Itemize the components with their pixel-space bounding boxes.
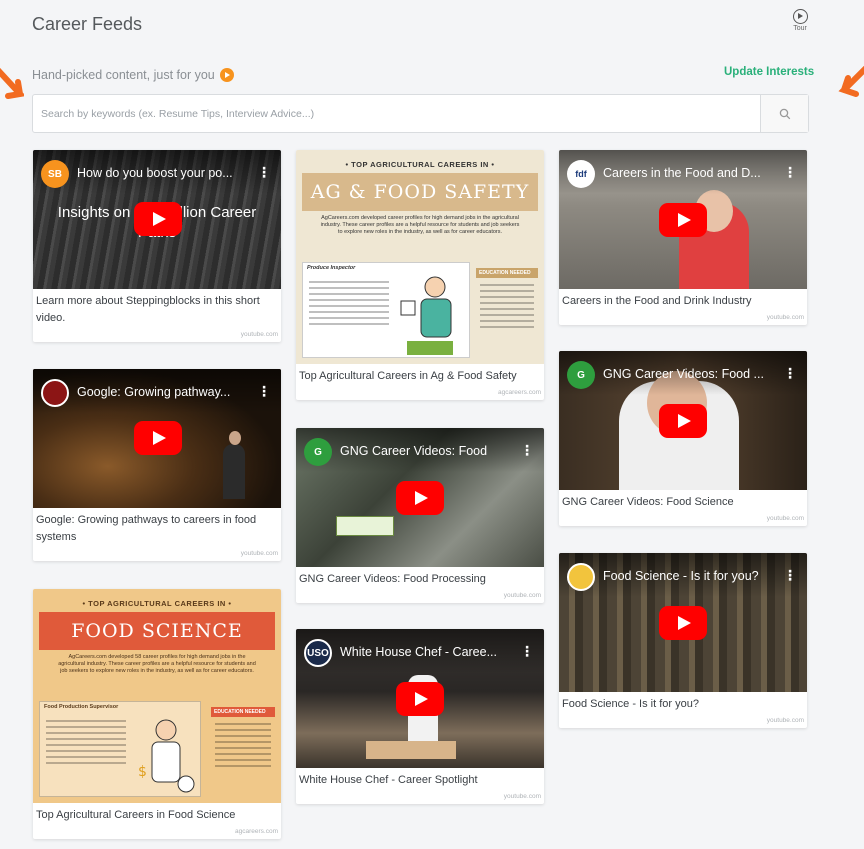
infographic-side-heading: EDUCATION NEEDED: [211, 707, 275, 717]
card-title[interactable]: Food Science - Is it for you?: [559, 692, 807, 713]
play-icon[interactable]: [659, 203, 707, 237]
card-source: youtube.com: [766, 515, 804, 522]
channel-logo: SB: [41, 160, 69, 188]
video-title: GNG Career Videos: Food ...: [603, 367, 764, 381]
card-title[interactable]: GNG Career Videos: Food Science: [559, 490, 807, 511]
card-title[interactable]: Top Agricultural Careers in Ag & Food Sa…: [296, 364, 544, 385]
tour-button[interactable]: Tour: [788, 9, 812, 32]
play-icon[interactable]: [659, 606, 707, 640]
channel-logo: G: [304, 438, 332, 466]
channel-logo: [567, 563, 595, 591]
tour-label: Tour: [793, 25, 807, 32]
feed-card[interactable]: fdf Careers in the Food and D... ⋮ Caree…: [559, 150, 807, 325]
feed-card[interactable]: USO White House Chef - Caree... ⋮ White …: [296, 629, 544, 804]
play-circle-icon: [792, 9, 808, 24]
feed-card[interactable]: • TOP AGRICULTURAL CAREERS IN • AG & FOO…: [296, 150, 544, 400]
search-button[interactable]: [760, 95, 808, 132]
video-thumbnail[interactable]: fdf Careers in the Food and D... ⋮: [559, 150, 807, 289]
infographic-panel: Produce Inspector: [302, 262, 470, 358]
channel-logo: [41, 379, 69, 407]
video-title: Food Science - Is it for you?: [603, 569, 759, 583]
arrow-pointer-icon: [838, 66, 864, 97]
infographic-side-heading: EDUCATION NEEDED: [476, 268, 538, 278]
card-title[interactable]: Top Agricultural Careers in Food Science: [33, 803, 281, 824]
feed-card[interactable]: G GNG Career Videos: Food ... ⋮ GNG Care…: [559, 351, 807, 526]
scientist-illustration: $: [138, 719, 195, 793]
card-title[interactable]: Google: Growing pathways to careers in f…: [33, 508, 281, 546]
update-interests-link[interactable]: Update Interests: [724, 66, 814, 78]
search-input[interactable]: [33, 95, 760, 132]
card-source: youtube.com: [240, 331, 278, 338]
more-vert-icon[interactable]: ⋮: [783, 567, 797, 584]
feed-card[interactable]: Google: Growing pathway... ⋮ Google: Gro…: [33, 369, 281, 561]
play-icon[interactable]: [396, 481, 444, 515]
more-vert-icon[interactable]: ⋮: [783, 365, 797, 382]
card-title[interactable]: White House Chef - Career Spotlight: [296, 768, 544, 789]
card-source: youtube.com: [766, 717, 804, 724]
card-source: youtube.com: [240, 550, 278, 557]
video-thumbnail[interactable]: G GNG Career Videos: Food ⋮: [296, 428, 544, 567]
infographic-label: • TOP AGRICULTURAL CAREERS IN •: [345, 160, 495, 169]
search-bar: [32, 94, 809, 133]
more-vert-icon[interactable]: ⋮: [257, 383, 271, 400]
arrow-pointer-icon: [0, 67, 24, 99]
subtitle: Hand-picked content, just for you: [32, 68, 234, 82]
video-thumbnail[interactable]: USO White House Chef - Caree... ⋮: [296, 629, 544, 768]
feed-card[interactable]: Food Science - Is it for you? ⋮ Food Sci…: [559, 553, 807, 728]
video-title: How do you boost your po...: [77, 166, 233, 180]
infographic-label: • TOP AGRICULTURAL CAREERS IN •: [82, 599, 232, 608]
more-vert-icon[interactable]: ⋮: [783, 164, 797, 181]
infographic-banner: FOOD SCIENCE: [39, 612, 275, 650]
infographic-thumbnail[interactable]: • TOP AGRICULTURAL CAREERS IN • FOOD SCI…: [33, 589, 281, 803]
infographic-description: AgCareers.com developed career profiles …: [320, 215, 520, 235]
play-icon[interactable]: [134, 202, 182, 236]
card-title[interactable]: Careers in the Food and Drink Industry: [559, 289, 807, 310]
video-title: White House Chef - Caree...: [340, 645, 498, 659]
infographic-thumbnail[interactable]: • TOP AGRICULTURAL CAREERS IN • AG & FOO…: [296, 150, 544, 364]
channel-logo: USO: [304, 639, 332, 667]
card-source: agcareers.com: [498, 389, 541, 396]
feed-card[interactable]: SB How do you boost your po... ⋮ Insight…: [33, 150, 281, 342]
video-thumbnail[interactable]: Food Science - Is it for you? ⋮: [559, 553, 807, 692]
card-source: youtube.com: [503, 592, 541, 599]
play-icon[interactable]: [396, 682, 444, 716]
card-source: youtube.com: [503, 793, 541, 800]
video-thumbnail[interactable]: SB How do you boost your po... ⋮ Insight…: [33, 150, 281, 289]
more-vert-icon[interactable]: ⋮: [520, 643, 534, 660]
card-source: youtube.com: [766, 314, 804, 321]
search-icon: [779, 108, 790, 119]
more-vert-icon[interactable]: ⋮: [520, 442, 534, 459]
infographic-heading: Food Production Supervisor: [44, 704, 119, 710]
video-title: Careers in the Food and D...: [603, 166, 761, 180]
page-title: Career Feeds: [32, 14, 143, 34]
infographic-banner: AG & FOOD SAFETY: [302, 173, 538, 211]
inspector-illustration: [400, 276, 453, 355]
video-title: GNG Career Videos: Food: [340, 444, 488, 458]
infographic-description: AgCareers.com developed 58 career profil…: [58, 654, 256, 674]
video-thumbnail[interactable]: G GNG Career Videos: Food ... ⋮: [559, 351, 807, 490]
more-vert-icon[interactable]: ⋮: [257, 164, 271, 181]
play-icon[interactable]: [134, 421, 182, 455]
feed-card[interactable]: G GNG Career Videos: Food ⋮ GNG Career V…: [296, 428, 544, 603]
svg-text:$: $: [138, 764, 147, 780]
channel-logo: fdf: [567, 160, 595, 188]
card-title[interactable]: Learn more about Steppingblocks in this …: [33, 289, 281, 327]
play-icon: [219, 68, 234, 82]
feed-card[interactable]: • TOP AGRICULTURAL CAREERS IN • FOOD SCI…: [33, 589, 281, 839]
card-source: agcareers.com: [235, 828, 278, 835]
subtitle-text: Hand-picked content, just for you: [32, 68, 215, 82]
channel-logo: G: [567, 361, 595, 389]
card-title[interactable]: GNG Career Videos: Food Processing: [296, 567, 544, 588]
video-title: Google: Growing pathway...: [77, 385, 231, 399]
infographic-panel: Food Production Supervisor $: [39, 701, 201, 797]
video-thumbnail[interactable]: Google: Growing pathway... ⋮: [33, 369, 281, 508]
play-icon[interactable]: [659, 404, 707, 438]
